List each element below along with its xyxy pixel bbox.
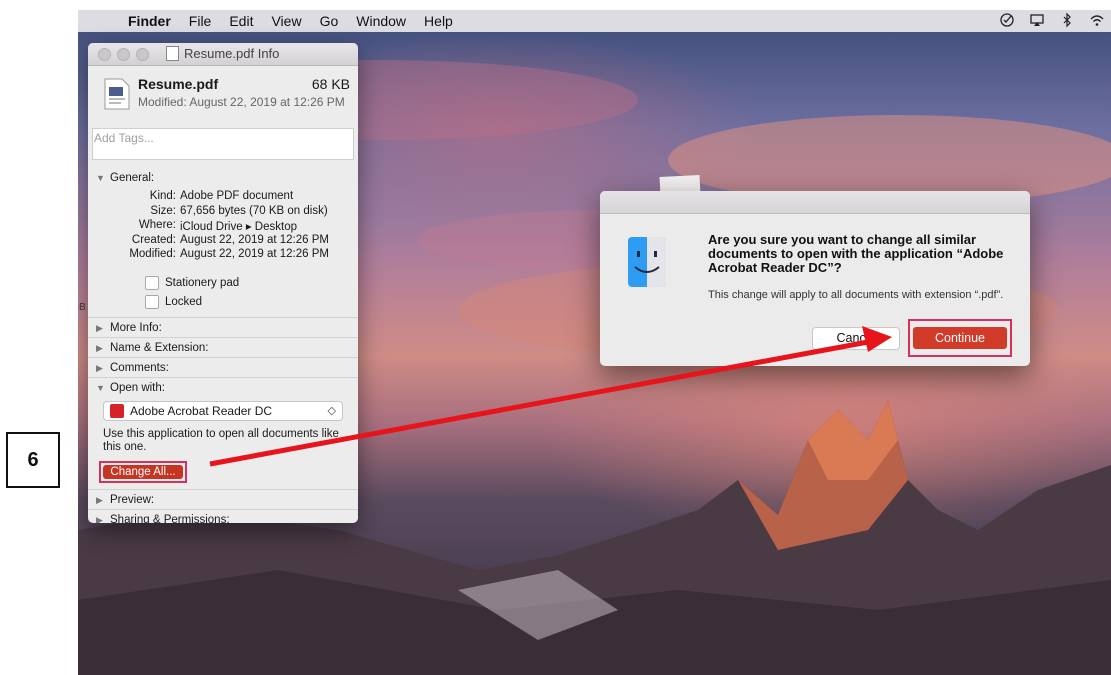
document-icon: [166, 46, 179, 61]
detail-row: Where: iCloud Drive ▸ Desktop: [138, 219, 297, 233]
stationery-pad-checkbox[interactable]: Stationery pad: [145, 276, 239, 290]
disclosure-closed-icon: ▶: [96, 323, 103, 333]
disclosure-closed-icon: ▶: [96, 343, 103, 353]
menu-file[interactable]: File: [189, 13, 212, 29]
tags-field[interactable]: Add Tags...: [92, 128, 354, 160]
section-more-info[interactable]: ▶ More Info:: [88, 317, 358, 338]
file-summary: Resume.pdf 68 KB Modified: August 22, 20…: [88, 66, 358, 124]
cancel-button[interactable]: Cancel: [812, 327, 900, 350]
menu-edit[interactable]: Edit: [229, 13, 253, 29]
detail-row: Modified: August 22, 2019 at 12:26 PM: [129, 248, 329, 260]
file-size: 68 KB: [311, 76, 350, 92]
dialog-titlebar: [600, 191, 1030, 214]
section-name-extension[interactable]: ▶ Name & Extension:: [88, 337, 358, 358]
close-window-button[interactable]: [98, 47, 111, 61]
continue-button[interactable]: Continue: [913, 327, 1007, 349]
acrobat-app-icon: [110, 404, 124, 418]
disclosure-closed-icon: ▶: [96, 515, 103, 523]
file-name: Resume.pdf: [138, 76, 219, 92]
menu-help[interactable]: Help: [424, 13, 453, 29]
menu-bar: Finder File Edit View Go Window Help: [78, 10, 1111, 32]
dialog-message: This change will apply to all documents …: [708, 289, 1004, 301]
detail-row: Size: 67,656 bytes (70 KB on disk): [150, 204, 328, 217]
pdf-file-icon: [104, 78, 130, 110]
section-sharing-permissions[interactable]: ▶ Sharing & Permissions:: [88, 509, 358, 523]
menu-view[interactable]: View: [271, 13, 301, 29]
disclosure-open-icon: ▼: [96, 383, 105, 393]
window-controls: [98, 47, 149, 61]
open-with-description: Use this application to open all documen…: [103, 428, 339, 453]
file-modified: Modified: August 22, 2019 at 12:26 PM: [138, 95, 345, 109]
popup-arrows-icon: ◇: [327, 405, 336, 417]
section-general[interactable]: ▼ General:: [88, 168, 358, 188]
bluetooth-icon[interactable]: [1059, 12, 1075, 28]
minimize-window-button[interactable]: [117, 47, 130, 61]
open-with-app-popup[interactable]: Adobe Acrobat Reader DC ◇: [103, 401, 343, 421]
menu-window[interactable]: Window: [356, 13, 406, 29]
continue-highlight: Continue: [908, 319, 1012, 357]
finder-icon: [628, 237, 666, 287]
detail-row: Created: August 22, 2019 at 12:26 PM: [131, 233, 329, 246]
step-number-badge: 6: [6, 432, 60, 488]
disclosure-closed-icon: ▶: [96, 495, 103, 505]
airplay-icon[interactable]: [1029, 12, 1045, 28]
section-comments[interactable]: ▶ Comments:: [88, 357, 358, 378]
locked-checkbox[interactable]: Locked: [145, 295, 202, 309]
disclosure-closed-icon: ▶: [96, 363, 103, 373]
desktop: Finder File Edit View Go Window Help Res…: [78, 10, 1111, 675]
change-all-button[interactable]: Change All...: [103, 465, 183, 479]
section-open-with[interactable]: ▼ Open with:: [88, 377, 358, 398]
change-all-highlight: Change All...: [99, 461, 187, 483]
confirm-dialog: Are you sure you want to change all simi…: [600, 191, 1030, 366]
section-preview[interactable]: ▶ Preview:: [88, 489, 358, 510]
wifi-icon[interactable]: [1089, 12, 1105, 28]
disclosure-open-icon: ▼: [96, 173, 105, 183]
menu-go[interactable]: Go: [320, 13, 339, 29]
menu-finder[interactable]: Finder: [128, 13, 171, 29]
info-titlebar[interactable]: Resume.pdf Info: [88, 43, 358, 66]
checkmark-circle-icon[interactable]: [999, 12, 1015, 28]
zoom-window-button[interactable]: [136, 47, 149, 61]
info-window: Resume.pdf Info Resume.pdf 68 KB Modifie…: [88, 43, 358, 523]
dialog-question: Are you sure you want to change all simi…: [708, 232, 1004, 275]
edge-letter: B: [79, 302, 86, 313]
info-window-title: Resume.pdf Info: [166, 46, 279, 61]
general-details: Kind: Adobe PDF document Size: 67,656 byte…: [88, 190, 358, 263]
detail-row: Kind: Adobe PDF document: [149, 190, 294, 202]
